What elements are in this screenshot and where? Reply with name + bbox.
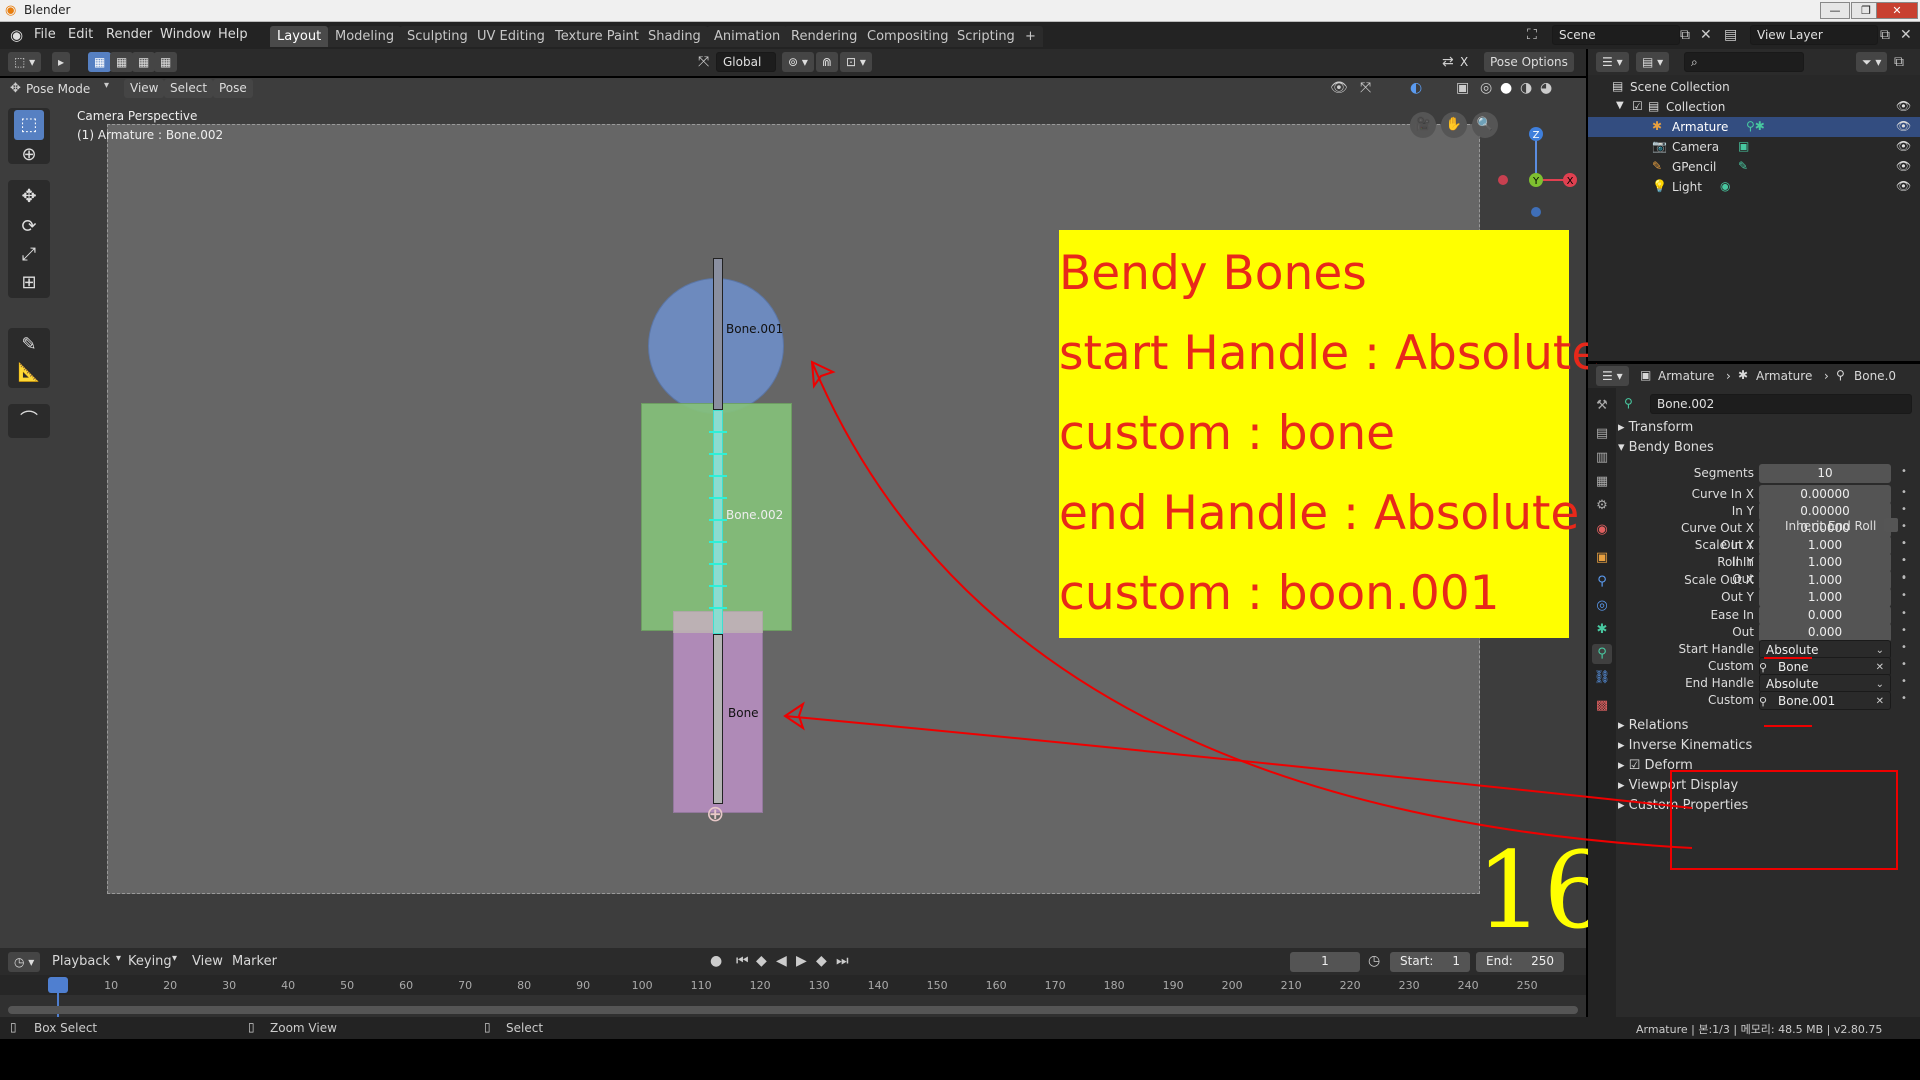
bottom-black-band (0, 1039, 1920, 1080)
annotation-arrows (783, 360, 1693, 849)
